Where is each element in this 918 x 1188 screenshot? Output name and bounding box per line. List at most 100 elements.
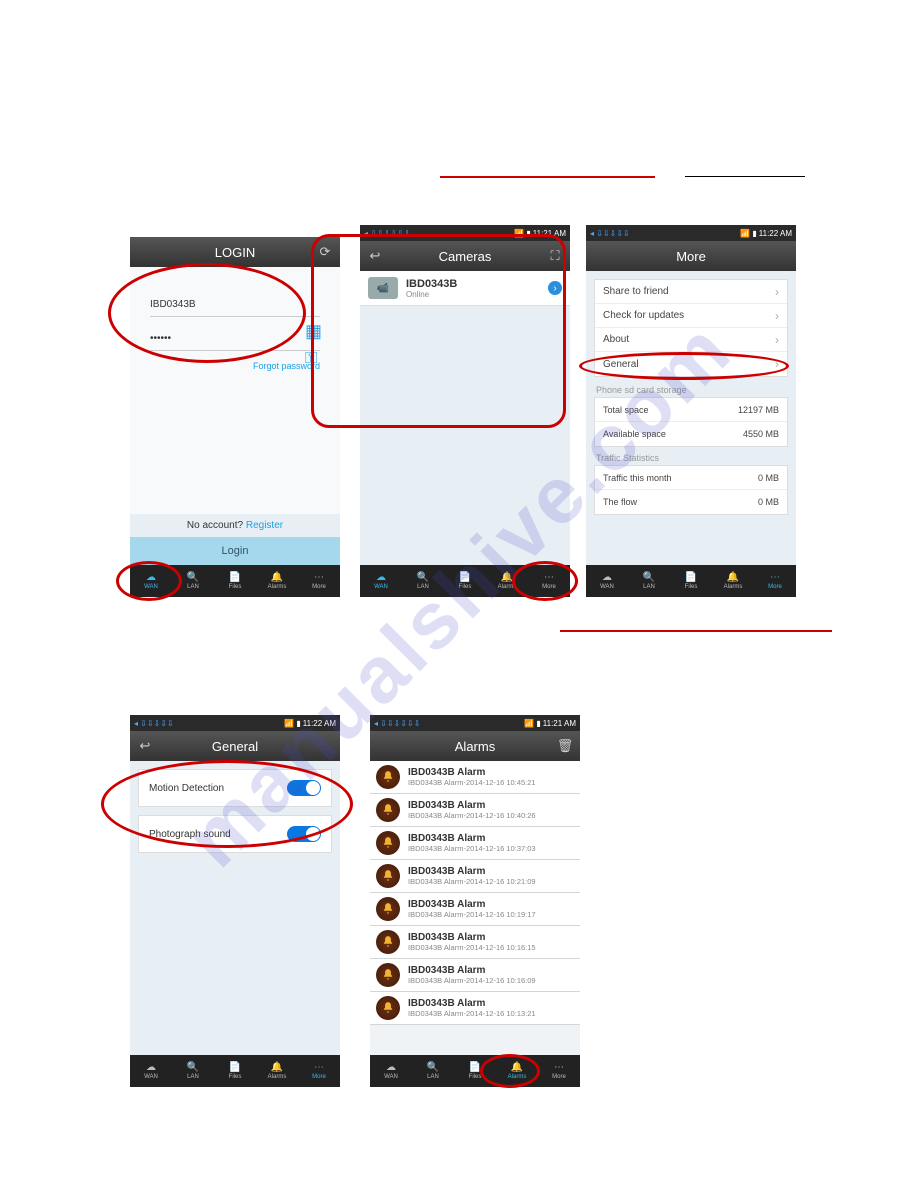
bottom-nav: ☁WAN 🔍LAN 📄Files 🔔Alarms ⋯More: [586, 565, 796, 597]
storage-list: Total space12197 MB Available space4550 …: [594, 397, 788, 447]
title: Alarms: [455, 739, 495, 754]
nav-alarms[interactable]: 🔔Alarms: [712, 565, 754, 597]
alarm-row[interactable]: IBD0343B AlarmIBD0343B Alarm-2014-12-16 …: [370, 893, 580, 926]
nav-wan[interactable]: ☁WAN: [130, 565, 172, 597]
annotation-redline-middle: [560, 630, 832, 632]
nav-files[interactable]: 📄Files: [444, 565, 486, 597]
motion-toggle[interactable]: [287, 780, 321, 796]
more-menu-list: Share to friend› Check for updates› Abou…: [594, 279, 788, 377]
nav-files[interactable]: 📄Files: [454, 1055, 496, 1087]
expand-icon[interactable]: ⛶: [540, 241, 570, 271]
titlebar-cameras: ↩ Cameras ⛶: [360, 241, 570, 271]
key-icon[interactable]: ⚿: [305, 350, 322, 368]
bell-icon: [376, 798, 400, 822]
bell-icon: [376, 996, 400, 1020]
alarm-row[interactable]: IBD0343B AlarmIBD0343B Alarm-2014-12-16 …: [370, 959, 580, 992]
photograph-sound-row: Photograph sound: [138, 815, 332, 853]
nav-lan[interactable]: 🔍LAN: [412, 1055, 454, 1087]
nav-lan[interactable]: 🔍LAN: [628, 565, 670, 597]
traffic-section-label: Traffic Statistics: [596, 453, 786, 463]
annotation-redline-top: [440, 176, 655, 178]
bell-icon: [376, 930, 400, 954]
chevron-right-icon[interactable]: ›: [548, 281, 562, 295]
nav-lan[interactable]: 🔍LAN: [172, 1055, 214, 1087]
nav-files[interactable]: 📄Files: [214, 1055, 256, 1087]
titlebar-general: ↩ General: [130, 731, 340, 761]
login-button[interactable]: Login: [130, 537, 340, 565]
storage-section-label: Phone sd card storage: [596, 385, 786, 395]
nav-wan[interactable]: ☁WAN: [130, 1055, 172, 1087]
nav-more[interactable]: ⋯More: [298, 1055, 340, 1087]
statusbar: ◂ ⇩⇩⇩⇩⇩⇩ 📶 ▮11:21 AM: [360, 225, 570, 241]
chevron-right-icon: ›: [775, 357, 779, 371]
back-icon[interactable]: ↩: [360, 241, 390, 271]
register-link[interactable]: Register: [246, 520, 283, 531]
camera-thumbnail: 📹: [368, 277, 398, 299]
nav-wan[interactable]: ☁WAN: [586, 565, 628, 597]
qr-icon[interactable]: ▦: [305, 321, 322, 342]
titlebar-alarms: Alarms 🗑: [370, 731, 580, 761]
chevron-right-icon: ›: [775, 285, 779, 299]
nav-lan[interactable]: 🔍LAN: [172, 565, 214, 597]
nav-alarms[interactable]: 🔔Alarms: [496, 1055, 538, 1087]
username-input[interactable]: IBD0343B: [150, 293, 320, 317]
bottom-nav: ☁WAN 🔍LAN 📄Files 🔔Alarms ⋯More: [130, 1055, 340, 1087]
alarm-row[interactable]: IBD0343B AlarmIBD0343B Alarm-2014-12-16 …: [370, 761, 580, 794]
screenshot-login: LOGIN ⟳ IBD0343B •••••• ▦ ⚿ Forgot passw…: [130, 237, 340, 597]
title: LOGIN: [215, 245, 255, 260]
more-item-about[interactable]: About›: [595, 328, 787, 352]
photo-toggle[interactable]: [287, 826, 321, 842]
bottom-nav: ☁WAN 🔍LAN 📄Files 🔔Alarms ⋯More: [360, 565, 570, 597]
alarm-row[interactable]: IBD0343B AlarmIBD0343B Alarm-2014-12-16 …: [370, 794, 580, 827]
nav-lan[interactable]: 🔍LAN: [402, 565, 444, 597]
camera-row[interactable]: 📹 IBD0343B Online ›: [360, 271, 570, 306]
nav-alarms[interactable]: 🔔Alarms: [256, 1055, 298, 1087]
motion-detection-row: Motion Detection: [138, 769, 332, 807]
no-account-label: No account?: [187, 520, 243, 531]
screenshot-cameras: ◂ ⇩⇩⇩⇩⇩⇩ 📶 ▮11:21 AM ↩ Cameras ⛶ 📹 IBD03…: [360, 225, 570, 597]
alarm-row[interactable]: IBD0343B AlarmIBD0343B Alarm-2014-12-16 …: [370, 860, 580, 893]
camera-name: IBD0343B: [406, 278, 562, 290]
title: More: [676, 249, 706, 264]
nav-more[interactable]: ⋯More: [538, 1055, 580, 1087]
chevron-right-icon: ›: [775, 309, 779, 323]
nav-alarms[interactable]: 🔔Alarms: [256, 565, 298, 597]
annotation-blackline-top: [685, 176, 805, 177]
nav-wan[interactable]: ☁WAN: [360, 565, 402, 597]
title: General: [212, 739, 258, 754]
bell-icon: [376, 765, 400, 789]
motion-label: Motion Detection: [149, 783, 224, 794]
nav-files[interactable]: 📄Files: [214, 565, 256, 597]
more-item-general[interactable]: General›: [595, 352, 787, 376]
statusbar: ◂ ⇩⇩⇩⇩⇩ 📶 ▮11:22 AM: [586, 225, 796, 241]
forgot-password-link[interactable]: Forgot password: [130, 361, 320, 371]
camera-status: Online: [406, 290, 562, 299]
alarm-row[interactable]: IBD0343B AlarmIBD0343B Alarm-2014-12-16 …: [370, 992, 580, 1025]
bell-icon: [376, 963, 400, 987]
screenshot-alarms: ◂ ⇩⇩⇩⇩⇩⇩ 📶 ▮11:21 AM Alarms 🗑 IBD0343B A…: [370, 715, 580, 1087]
back-icon[interactable]: ↩: [130, 731, 160, 761]
titlebar-login: LOGIN ⟳: [130, 237, 340, 267]
more-item-updates[interactable]: Check for updates›: [595, 304, 787, 328]
no-account-text: No account? Register: [130, 520, 340, 531]
available-space-row: Available space4550 MB: [595, 422, 787, 446]
trash-icon[interactable]: 🗑: [550, 731, 580, 761]
nav-more[interactable]: ⋯More: [528, 565, 570, 597]
nav-more[interactable]: ⋯More: [298, 565, 340, 597]
chevron-right-icon: ›: [775, 333, 779, 347]
bell-icon: [376, 864, 400, 888]
more-item-share[interactable]: Share to friend›: [595, 280, 787, 304]
bottom-nav: ☁WAN 🔍LAN 📄Files 🔔Alarms ⋯More: [370, 1055, 580, 1087]
alarm-row[interactable]: IBD0343B AlarmIBD0343B Alarm-2014-12-16 …: [370, 926, 580, 959]
alarm-row[interactable]: IBD0343B AlarmIBD0343B Alarm-2014-12-16 …: [370, 827, 580, 860]
password-input[interactable]: ••••••: [150, 327, 320, 351]
nav-alarms[interactable]: 🔔Alarms: [486, 565, 528, 597]
traffic-month-row: Traffic this month0 MB: [595, 466, 787, 490]
nav-files[interactable]: 📄Files: [670, 565, 712, 597]
bell-icon: [376, 897, 400, 921]
refresh-icon[interactable]: ⟳: [310, 237, 340, 267]
statusbar: ◂ ⇩⇩⇩⇩⇩⇩ 📶 ▮11:21 AM: [370, 715, 580, 731]
nav-wan[interactable]: ☁WAN: [370, 1055, 412, 1087]
nav-more[interactable]: ⋯More: [754, 565, 796, 597]
photo-label: Photograph sound: [149, 829, 231, 840]
